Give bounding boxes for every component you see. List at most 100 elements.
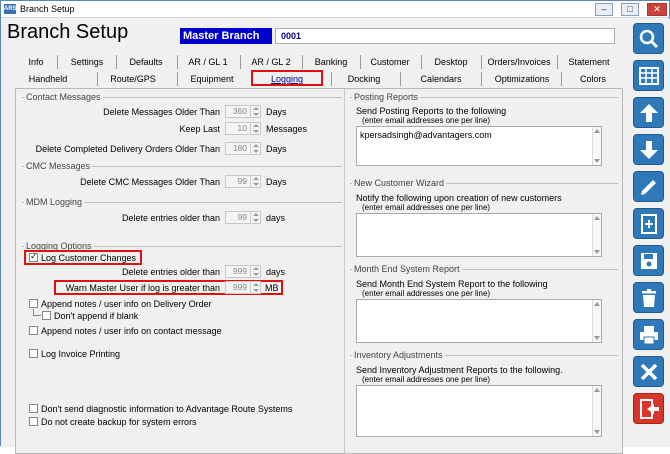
- delete-cmc-stepper[interactable]: 99: [225, 175, 261, 188]
- close-icon: [640, 363, 658, 381]
- delete-completed-label: Delete Completed Delivery Orders Older T…: [35, 144, 220, 154]
- branch-code-field[interactable]: 0001: [275, 28, 615, 44]
- month-end-desc: Send Month End System Report to the foll…: [356, 279, 548, 289]
- new-customer-wizard-title: New Customer Wizard: [352, 178, 447, 188]
- tab-calendars[interactable]: Calendars: [405, 72, 477, 86]
- tab-divider: [57, 55, 58, 69]
- warn-master-stepper[interactable]: 999: [225, 281, 261, 294]
- mdm-logging-title: MDM Logging: [24, 197, 85, 207]
- tab-divider: [240, 55, 241, 69]
- grid-button[interactable]: [633, 60, 664, 91]
- pencil-icon: [641, 180, 656, 195]
- scrollbar[interactable]: [592, 300, 601, 342]
- stepper-arrows[interactable]: [250, 106, 260, 117]
- append-contact-checkbox[interactable]: [29, 326, 38, 335]
- scrollbar[interactable]: [592, 127, 601, 165]
- keep-last-stepper[interactable]: 10: [225, 122, 261, 135]
- no-backup-label: Do not create backup for system errors: [41, 417, 197, 427]
- messages-unit: Messages: [266, 124, 308, 134]
- stepper-arrows[interactable]: [250, 143, 260, 154]
- scrollbar[interactable]: [592, 386, 601, 436]
- tab-route-gps[interactable]: Route/GPS: [101, 72, 165, 86]
- tab-colors[interactable]: Colors: [565, 72, 621, 86]
- delete-messages-stepper[interactable]: 360: [225, 105, 261, 118]
- log-invoice-printing-checkbox[interactable]: [29, 349, 38, 358]
- inventory-desc: Send Inventory Adjustment Reports to the…: [356, 365, 563, 375]
- no-backup-checkbox[interactable]: [29, 417, 38, 426]
- append-contact-label: Append notes / user info on contact mess…: [41, 326, 222, 336]
- days-unit: Days: [266, 107, 287, 117]
- mdm-delete-label: Delete entries older than: [121, 213, 220, 223]
- tab-divider: [302, 55, 303, 69]
- stepper-value: 99: [237, 176, 247, 186]
- tab-banking[interactable]: Banking: [306, 55, 356, 69]
- contact-messages-title: Contact Messages: [24, 92, 103, 102]
- tab-defaults[interactable]: Defaults: [121, 55, 171, 69]
- window-close-button[interactable]: ✕: [647, 3, 667, 16]
- stepper-arrows[interactable]: [250, 282, 260, 293]
- tab-divider: [481, 55, 482, 69]
- tab-ar-gl-2[interactable]: AR / GL 2: [244, 55, 298, 69]
- tab-docking[interactable]: Docking: [335, 72, 393, 86]
- log-customer-changes-label: Log Customer Changes: [41, 253, 137, 263]
- tab-ar-gl-1[interactable]: AR / GL 1: [181, 55, 235, 69]
- stepper-arrows[interactable]: [250, 212, 260, 223]
- warn-master-label: Warn Master User if log is greater than: [65, 283, 220, 293]
- minimize-button[interactable]: –: [595, 3, 613, 16]
- stepper-value: 99: [237, 212, 247, 222]
- tab-orders-invoices[interactable]: Orders/Invoices: [485, 55, 553, 69]
- delete-button[interactable]: [633, 282, 664, 313]
- app-icon: ARS: [4, 4, 17, 14]
- dont-send-diagnostic-checkbox[interactable]: [29, 404, 38, 413]
- log-customer-changes-checkbox[interactable]: [29, 251, 38, 262]
- posting-reports-desc: Send Posting Reports to the following: [356, 106, 507, 116]
- inventory-textarea[interactable]: [356, 385, 602, 437]
- exit-button[interactable]: [633, 393, 664, 424]
- grid-icon: [639, 67, 659, 85]
- logging-delete-label: Delete entries older than: [121, 267, 220, 277]
- delete-completed-stepper[interactable]: 180: [225, 142, 261, 155]
- window-title: Branch Setup: [20, 4, 75, 14]
- scrollbar[interactable]: [592, 214, 601, 256]
- tab-divider: [331, 72, 332, 86]
- cancel-button[interactable]: [633, 356, 664, 387]
- trash-icon: [642, 289, 656, 307]
- posting-reports-title: Posting Reports: [352, 92, 421, 102]
- cmc-messages-title: CMC Messages: [24, 161, 93, 171]
- search-button[interactable]: [633, 23, 664, 54]
- stepper-value: 10: [237, 123, 247, 133]
- tab-customer[interactable]: Customer: [364, 55, 416, 69]
- tab-info[interactable]: Info: [19, 55, 53, 69]
- tab-handheld[interactable]: Handheld: [19, 72, 77, 86]
- new-customer-textarea[interactable]: [356, 213, 602, 257]
- maximize-button[interactable]: □: [621, 3, 639, 16]
- tab-equipment[interactable]: Equipment: [181, 72, 243, 86]
- tab-optimizations[interactable]: Optimizations: [485, 72, 559, 86]
- dont-append-blank-checkbox[interactable]: [42, 311, 51, 320]
- stepper-arrows[interactable]: [250, 176, 260, 187]
- tab-divider: [97, 72, 98, 86]
- tab-settings[interactable]: Settings: [63, 55, 111, 69]
- stepper-arrows[interactable]: [250, 123, 260, 134]
- page-title: Branch Setup: [7, 21, 129, 43]
- print-button[interactable]: [633, 319, 664, 350]
- month-end-title: Month End System Report: [352, 264, 462, 274]
- title-bar: ARS Branch Setup – □ ✕: [1, 1, 669, 18]
- tab-desktop[interactable]: Desktop: [425, 55, 477, 69]
- dont-send-diagnostic-label: Don't send diagnostic information to Adv…: [41, 404, 293, 414]
- tab-logging[interactable]: Logging: [251, 70, 323, 86]
- mdm-delete-stepper[interactable]: 99: [225, 211, 261, 224]
- stepper-arrows[interactable]: [250, 266, 260, 277]
- save-button[interactable]: [633, 245, 664, 276]
- logging-delete-stepper[interactable]: 999: [225, 265, 261, 278]
- move-up-button[interactable]: [633, 97, 664, 128]
- tab-statement[interactable]: Statement: [561, 55, 617, 69]
- days-unit: days: [266, 213, 286, 223]
- move-down-button[interactable]: [633, 134, 664, 165]
- edit-button[interactable]: [633, 171, 664, 202]
- new-button[interactable]: [633, 208, 664, 239]
- posting-reports-textarea[interactable]: kpersadsingh@advantagers.com: [356, 126, 602, 166]
- month-end-textarea[interactable]: [356, 299, 602, 343]
- append-delivery-checkbox[interactable]: [29, 299, 38, 308]
- logging-panel: Contact Messages Delete Messages Older T…: [15, 88, 623, 454]
